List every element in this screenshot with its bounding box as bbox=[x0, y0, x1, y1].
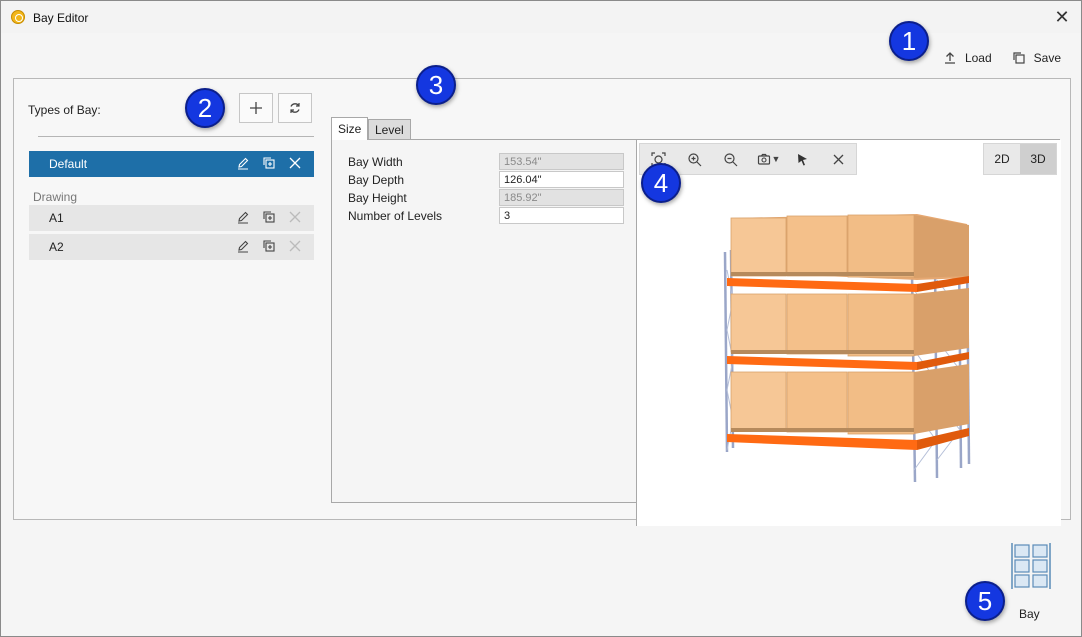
rack-3d-render bbox=[723, 214, 971, 483]
app-icon bbox=[11, 10, 25, 24]
zoom-in-icon bbox=[687, 152, 701, 166]
bay-type-item-default[interactable]: Default bbox=[29, 151, 314, 177]
bay-type-item-a1[interactable]: A1 bbox=[29, 205, 314, 231]
main-panel: Types of Bay: Default Drawing A1 A2 Size… bbox=[13, 78, 1071, 526]
callout-1: 1 bbox=[889, 21, 929, 61]
select-tool-button[interactable] bbox=[784, 144, 820, 174]
pallet-boxes-top bbox=[730, 214, 969, 280]
upload-icon bbox=[944, 52, 955, 64]
bay-height-field bbox=[499, 189, 624, 206]
zoom-out-button[interactable] bbox=[712, 144, 748, 174]
number-of-levels-field[interactable] bbox=[499, 207, 624, 224]
save-button[interactable]: Save bbox=[1012, 51, 1061, 65]
add-bay-type-button[interactable] bbox=[239, 93, 273, 123]
tab-level[interactable]: Level bbox=[368, 119, 411, 139]
delete-icon bbox=[289, 240, 301, 252]
pallet-boxes-bottom bbox=[730, 364, 969, 435]
load-button[interactable]: Load bbox=[943, 51, 992, 65]
bay-height-label: Bay Height bbox=[348, 191, 407, 205]
zoom-in-button[interactable] bbox=[676, 144, 712, 174]
view-3d-button[interactable]: 3D bbox=[1020, 144, 1056, 174]
tabs-area: Size Level Bay Width Bay Depth Bay Heigh… bbox=[331, 117, 1061, 526]
duplicate-icon[interactable] bbox=[262, 156, 276, 170]
bay-type-item-a2[interactable]: A2 bbox=[29, 234, 314, 260]
pencil-icon[interactable] bbox=[236, 210, 250, 224]
delete-icon bbox=[289, 211, 301, 223]
bay-depth-label: Bay Depth bbox=[348, 173, 405, 187]
bay-width-label: Bay Width bbox=[348, 155, 403, 169]
3d-viewport[interactable]: ▼ 2D 3D bbox=[636, 140, 1061, 526]
callout-3: 3 bbox=[416, 65, 456, 105]
bay-type-label: A2 bbox=[49, 240, 64, 254]
duplicate-icon[interactable] bbox=[262, 210, 276, 224]
clear-selection-button[interactable] bbox=[820, 144, 856, 174]
types-of-bay-label: Types of Bay: bbox=[28, 103, 101, 117]
chevron-down-icon: ▼ bbox=[771, 154, 781, 164]
separator bbox=[38, 136, 314, 137]
view-2d-button[interactable]: 2D bbox=[984, 144, 1020, 174]
refresh-icon bbox=[290, 103, 300, 113]
save-label: Save bbox=[1033, 51, 1061, 65]
camera-dropdown-button[interactable]: ▼ bbox=[748, 144, 784, 174]
number-of-levels-label: Number of Levels bbox=[348, 209, 443, 223]
size-tab-panel: Bay Width Bay Depth Bay Height Number of… bbox=[331, 139, 1061, 526]
pencil-icon[interactable] bbox=[236, 156, 250, 170]
cursor-icon bbox=[797, 153, 807, 165]
delete-icon[interactable] bbox=[288, 156, 302, 170]
bay-editor-window: Bay Editor ✕ Load Save Types of Bay: Def… bbox=[0, 0, 1082, 637]
callout-5: 5 bbox=[965, 581, 1005, 621]
bay-depth-field[interactable] bbox=[499, 171, 624, 188]
pallet-boxes-middle bbox=[730, 288, 969, 357]
duplicate-icon[interactable] bbox=[262, 239, 276, 253]
tab-size[interactable]: Size bbox=[331, 117, 369, 140]
bay-type-label: Default bbox=[49, 157, 88, 171]
close-icon[interactable]: ✕ bbox=[1053, 7, 1071, 27]
callout-4: 4 bbox=[641, 163, 681, 203]
view-mode-toggle: 2D 3D bbox=[983, 143, 1057, 175]
bay-label: Bay bbox=[1019, 607, 1040, 621]
refresh-button[interactable] bbox=[278, 93, 312, 123]
pencil-icon[interactable] bbox=[236, 239, 250, 253]
plus-icon bbox=[250, 102, 262, 114]
top-actions: Load Save bbox=[943, 51, 1061, 65]
bay-type-label: A1 bbox=[49, 211, 64, 225]
callout-2: 2 bbox=[185, 88, 225, 128]
close-icon bbox=[833, 154, 843, 164]
bay-icon bbox=[1011, 543, 1051, 589]
load-label: Load bbox=[964, 51, 992, 65]
zoom-out-icon bbox=[723, 152, 737, 166]
drawing-group-label: Drawing bbox=[33, 190, 78, 204]
bay-button[interactable] bbox=[1009, 543, 1053, 592]
bay-width-field bbox=[499, 153, 624, 170]
window-title: Bay Editor bbox=[33, 11, 89, 25]
copy-icon bbox=[1013, 52, 1025, 64]
